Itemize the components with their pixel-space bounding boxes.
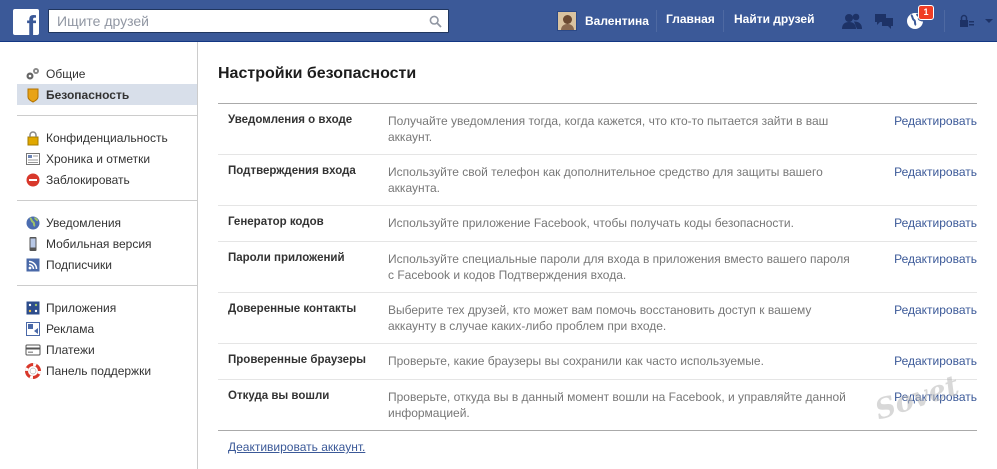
privacy-lock-icon[interactable]: [955, 10, 979, 32]
setting-name: Генератор кодов: [228, 216, 324, 228]
edit-link[interactable]: Редактировать: [851, 303, 977, 334]
setting-description: Проверьте, какие браузеры вы сохранили к…: [388, 354, 764, 368]
sidebar-item-general[interactable]: Общие: [17, 63, 197, 84]
page-title: Настройки безопасности: [218, 65, 417, 82]
sidebar-group-privacy: Конфиденциальность Хроника и отметки Заб…: [17, 127, 197, 201]
settings-row-login-approvals[interactable]: Подтверждения входа Используйте свой тел…: [218, 155, 977, 206]
sidebar-item-notifications[interactable]: Уведомления: [17, 212, 197, 233]
setting-name: Откуда вы вошли: [228, 390, 330, 402]
shield-badge-icon: [25, 87, 41, 103]
lock-icon: [25, 130, 41, 146]
setting-description: Получайте уведомления тогда, когда кажет…: [388, 114, 829, 144]
deactivate-account-link[interactable]: Деактивировать аккаунт.: [228, 440, 365, 454]
sidebar-group-apps: Приложения Реклама Платежи Панель поддер…: [17, 297, 197, 391]
mobile-icon: [25, 236, 41, 252]
setting-description: Используйте свой телефон как дополнитель…: [388, 165, 823, 195]
search-icon[interactable]: [422, 10, 448, 32]
settings-row-login-notifications[interactable]: Уведомления о входе Получайте уведомлени…: [218, 104, 977, 155]
sidebar-item-label: Мобильная версия: [46, 236, 152, 251]
sidebar-item-label: Общие: [46, 66, 86, 81]
user-name[interactable]: Валентина: [585, 14, 649, 28]
sidebar-group-notifications: Уведомления Мобильная версия Подписчики: [17, 212, 197, 286]
edit-link[interactable]: Редактировать: [851, 252, 977, 283]
settings-row-trusted-contacts[interactable]: Доверенные контакты Выберите тех друзей,…: [218, 293, 977, 344]
setting-description: Проверьте, откуда вы в данный момент вош…: [388, 390, 846, 420]
home-link[interactable]: Главная: [666, 12, 715, 26]
sidebar-item-blocking[interactable]: Заблокировать: [17, 169, 197, 190]
sidebar-item-apps[interactable]: Приложения: [17, 297, 197, 318]
apps-icon: [25, 300, 41, 316]
settings-row-code-generator[interactable]: Генератор кодов Используйте приложение F…: [218, 206, 977, 242]
edit-link[interactable]: Редактировать: [851, 216, 977, 232]
watermark-text: Sovet: [871, 368, 963, 427]
edit-link[interactable]: Редактировать: [851, 165, 977, 196]
setting-name: Проверенные браузеры: [228, 354, 366, 366]
sidebar-item-label: Безопасность: [46, 87, 130, 102]
edit-link[interactable]: Редактировать: [851, 114, 977, 145]
sidebar-item-timeline[interactable]: Хроника и отметки: [17, 148, 197, 169]
setting-description: Используйте специальные пароли для входа…: [388, 252, 850, 282]
sidebar-item-label: Хроника и отметки: [46, 151, 151, 166]
timeline-icon: [25, 151, 41, 167]
sidebar-item-label: Реклама: [46, 321, 95, 336]
messages-icon[interactable]: [872, 10, 896, 32]
friend-requests-icon[interactable]: [840, 10, 864, 32]
profile-link[interactable]: Валентина: [557, 10, 649, 32]
sidebar-item-payments[interactable]: Платежи: [17, 339, 197, 360]
sidebar-item-subscribers[interactable]: Подписчики: [17, 254, 197, 275]
sidebar-item-label: Панель поддержки: [46, 363, 152, 378]
block-icon: [25, 172, 41, 188]
avatar[interactable]: [557, 11, 577, 31]
sidebar-group-general: Общие Безопасность: [17, 63, 197, 116]
search-input[interactable]: [49, 10, 423, 32]
setting-name: Подтверждения входа: [228, 165, 356, 177]
sidebar-item-label: Подписчики: [46, 257, 113, 272]
globe-icon: [25, 215, 41, 231]
settings-sidebar: Общие Безопасность Конфиденциальность Хр…: [0, 42, 198, 469]
top-navigation-bar: f Валентина Главная Найти друзей 1: [0, 0, 997, 42]
sidebar-item-label: Платежи: [46, 342, 95, 357]
sidebar-item-label: Уведомления: [46, 215, 122, 230]
rss-icon: [25, 257, 41, 273]
find-friends-link[interactable]: Найти друзей: [734, 12, 814, 26]
sidebar-item-label: Заблокировать: [46, 172, 130, 187]
sidebar-item-label: Конфиденциальность: [46, 130, 168, 145]
facebook-logo[interactable]: f: [13, 9, 39, 35]
sidebar-item-label: Приложения: [46, 300, 117, 315]
account-menu-icon[interactable]: [977, 10, 997, 32]
search-box[interactable]: [48, 9, 449, 33]
sidebar-item-security[interactable]: Безопасность: [17, 84, 197, 105]
gears-icon: [25, 66, 41, 82]
sidebar-item-ads[interactable]: Реклама: [17, 318, 197, 339]
notification-badge: 1: [918, 5, 934, 20]
ads-icon: [25, 321, 41, 337]
nav-divider: [944, 10, 945, 32]
sidebar-item-privacy[interactable]: Конфиденциальность: [17, 127, 197, 148]
setting-description: Выберите тех друзей, кто может вам помоч…: [388, 303, 812, 333]
nav-divider: [723, 10, 724, 32]
nav-divider: [656, 10, 657, 32]
card-icon: [25, 342, 41, 358]
lifebuoy-icon: [25, 362, 41, 379]
setting-description: Используйте приложение Facebook, чтобы п…: [388, 216, 794, 230]
sidebar-item-mobile[interactable]: Мобильная версия: [17, 233, 197, 254]
setting-name: Доверенные контакты: [228, 303, 357, 315]
setting-name: Пароли приложений: [228, 252, 345, 264]
setting-name: Уведомления о входе: [228, 114, 353, 126]
settings-row-app-passwords[interactable]: Пароли приложений Используйте специальны…: [218, 242, 977, 293]
sidebar-item-support[interactable]: Панель поддержки: [17, 360, 197, 381]
